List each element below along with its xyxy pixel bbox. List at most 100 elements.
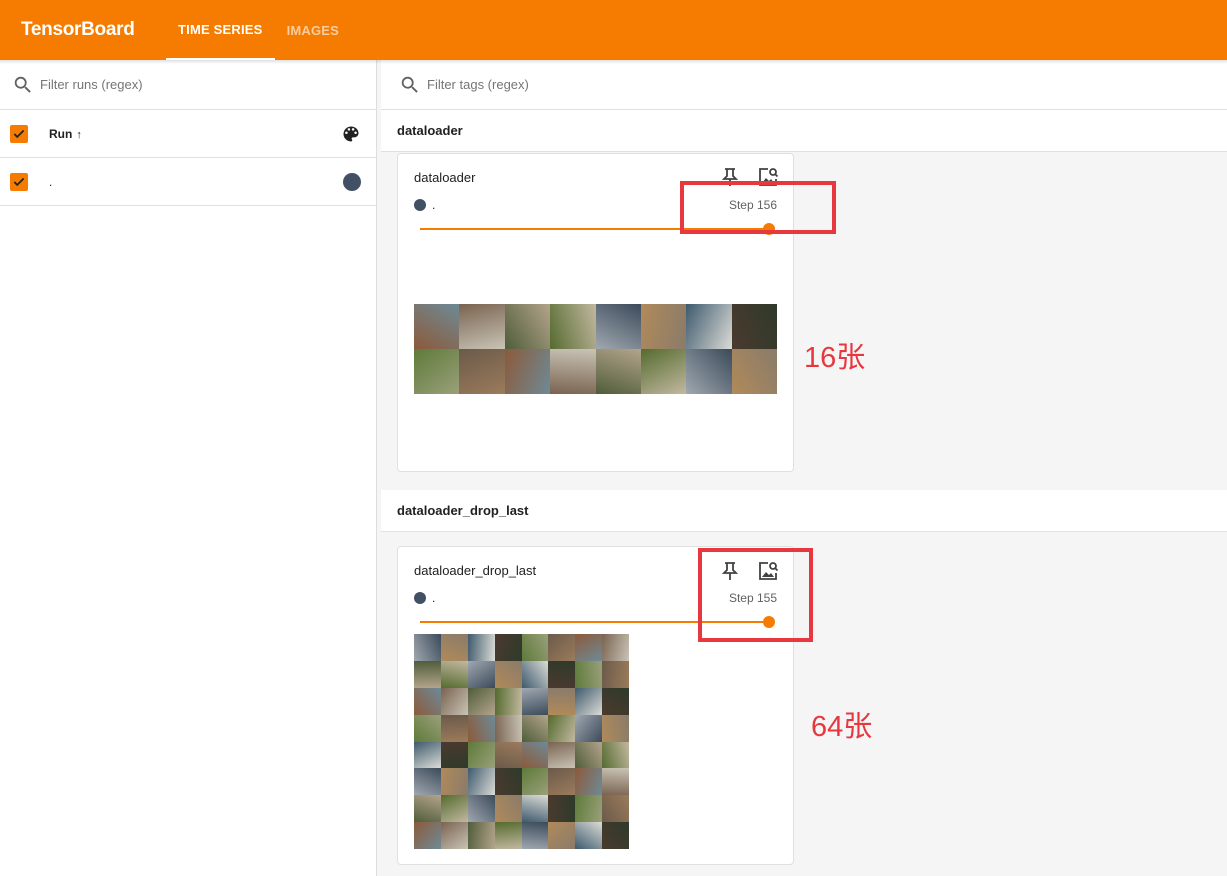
- image-thumbnail: [521, 634, 549, 661]
- tags-filter-input[interactable]: [427, 77, 727, 92]
- image-thumbnail: [521, 795, 549, 823]
- image-thumbnail: [602, 714, 629, 742]
- top-app-bar: TensorBoard TIME SERIES IMAGES: [0, 0, 1227, 60]
- image-thumbnail: [602, 634, 629, 661]
- tags-filter: [381, 60, 1227, 110]
- image-thumbnail: [602, 768, 629, 796]
- image-thumbnail: [467, 768, 495, 796]
- image-thumbnail: [414, 768, 441, 796]
- image-thumbnail: [575, 687, 603, 715]
- image-thumbnail: [414, 660, 441, 688]
- image-thumbnail: [414, 795, 441, 823]
- image-thumbnail: [602, 660, 629, 688]
- card-run-legend: .: [414, 591, 435, 605]
- image-thumbnail: [686, 304, 732, 349]
- image-thumbnail: [595, 349, 641, 394]
- image-thumbnail: [602, 687, 629, 715]
- image-thumbnail: [414, 822, 441, 849]
- image-thumbnail: [548, 634, 576, 661]
- image-thumbnail: [602, 741, 629, 769]
- card-title: dataloader_drop_last: [414, 563, 537, 578]
- image-thumbnail: [521, 714, 549, 742]
- image-grid[interactable]: [414, 304, 777, 394]
- image-thumbnail: [640, 349, 687, 394]
- run-row: .: [0, 158, 376, 206]
- highlight-box-step-156: [680, 181, 836, 234]
- image-thumbnail: [548, 660, 576, 688]
- image-thumbnail: [414, 349, 460, 394]
- card-run-legend: .: [414, 198, 435, 212]
- image-thumbnail: [602, 822, 629, 849]
- image-thumbnail: [440, 822, 468, 849]
- image-thumbnail: [467, 822, 495, 849]
- runs-filter-input[interactable]: [40, 77, 340, 92]
- image-thumbnail: [440, 741, 468, 769]
- run-color-swatch[interactable]: [343, 173, 361, 191]
- app-title: TensorBoard: [21, 19, 135, 40]
- palette-icon[interactable]: [341, 124, 361, 144]
- card-title: dataloader: [414, 170, 476, 185]
- run-name: .: [49, 174, 53, 189]
- group-header-dataloader[interactable]: dataloader: [381, 110, 1227, 152]
- image-thumbnail: [414, 304, 460, 349]
- image-thumbnail: [414, 741, 441, 769]
- image-thumbnail: [575, 741, 603, 769]
- check-icon: [13, 177, 25, 186]
- search-icon: [401, 76, 418, 93]
- image-thumbnail: [440, 768, 468, 796]
- image-thumbnail: [414, 634, 441, 661]
- image-thumbnail: [494, 822, 522, 849]
- image-thumbnail: [504, 349, 551, 394]
- image-thumbnail: [414, 687, 441, 715]
- image-thumbnail: [494, 687, 522, 715]
- run-checkbox[interactable]: [10, 172, 28, 191]
- image-thumbnail: [440, 660, 468, 688]
- image-thumbnail: [550, 349, 596, 394]
- tab-time-series[interactable]: TIME SERIES: [166, 0, 275, 60]
- select-all-checkbox[interactable]: [10, 124, 28, 143]
- run-column-header[interactable]: Run ↑: [49, 127, 82, 141]
- image-thumbnail: [550, 304, 596, 349]
- image-thumbnail: [467, 687, 495, 715]
- highlight-box-step-155: [698, 548, 813, 642]
- image-thumbnail: [575, 822, 603, 849]
- image-thumbnail: [494, 768, 522, 796]
- image-thumbnail: [521, 768, 549, 796]
- image-thumbnail: [575, 634, 603, 661]
- run-color-dot: [414, 592, 426, 604]
- check-icon: [13, 129, 25, 138]
- image-thumbnail: [521, 741, 549, 769]
- image-thumbnail: [548, 795, 576, 823]
- image-thumbnail: [440, 634, 468, 661]
- image-thumbnail: [731, 304, 777, 349]
- image-thumbnail: [548, 768, 576, 796]
- image-thumbnail: [467, 714, 495, 742]
- image-thumbnail: [548, 822, 576, 849]
- image-thumbnail: [575, 795, 603, 823]
- image-thumbnail: [459, 349, 505, 394]
- runs-sidebar: Run↑ .: [0, 60, 377, 876]
- card-run-name: .: [432, 198, 436, 212]
- image-thumbnail: [467, 741, 495, 769]
- image-thumbnail: [467, 660, 495, 688]
- image-thumbnail: [467, 634, 495, 661]
- tab-images[interactable]: IMAGES: [275, 0, 351, 60]
- runs-filter: [0, 60, 376, 110]
- search-icon: [14, 76, 31, 93]
- run-column-label: Run: [49, 126, 73, 141]
- image-thumbnail: [686, 349, 732, 394]
- image-thumbnail: [548, 714, 576, 742]
- image-thumbnail: [575, 768, 603, 796]
- run-color-dot: [414, 199, 426, 211]
- image-thumbnail: [440, 687, 468, 715]
- annotation-64: 64张: [811, 711, 873, 743]
- image-thumbnail: [575, 714, 603, 742]
- image-thumbnail: [521, 822, 549, 849]
- arrow-up-icon: ↑: [76, 128, 82, 141]
- image-thumbnail: [640, 304, 687, 349]
- image-thumbnail: [459, 304, 505, 349]
- group-header-dataloader-drop-last[interactable]: dataloader_drop_last: [381, 490, 1227, 532]
- annotation-16: 16张: [804, 342, 866, 374]
- image-thumbnail: [548, 687, 576, 715]
- image-grid[interactable]: [414, 634, 629, 849]
